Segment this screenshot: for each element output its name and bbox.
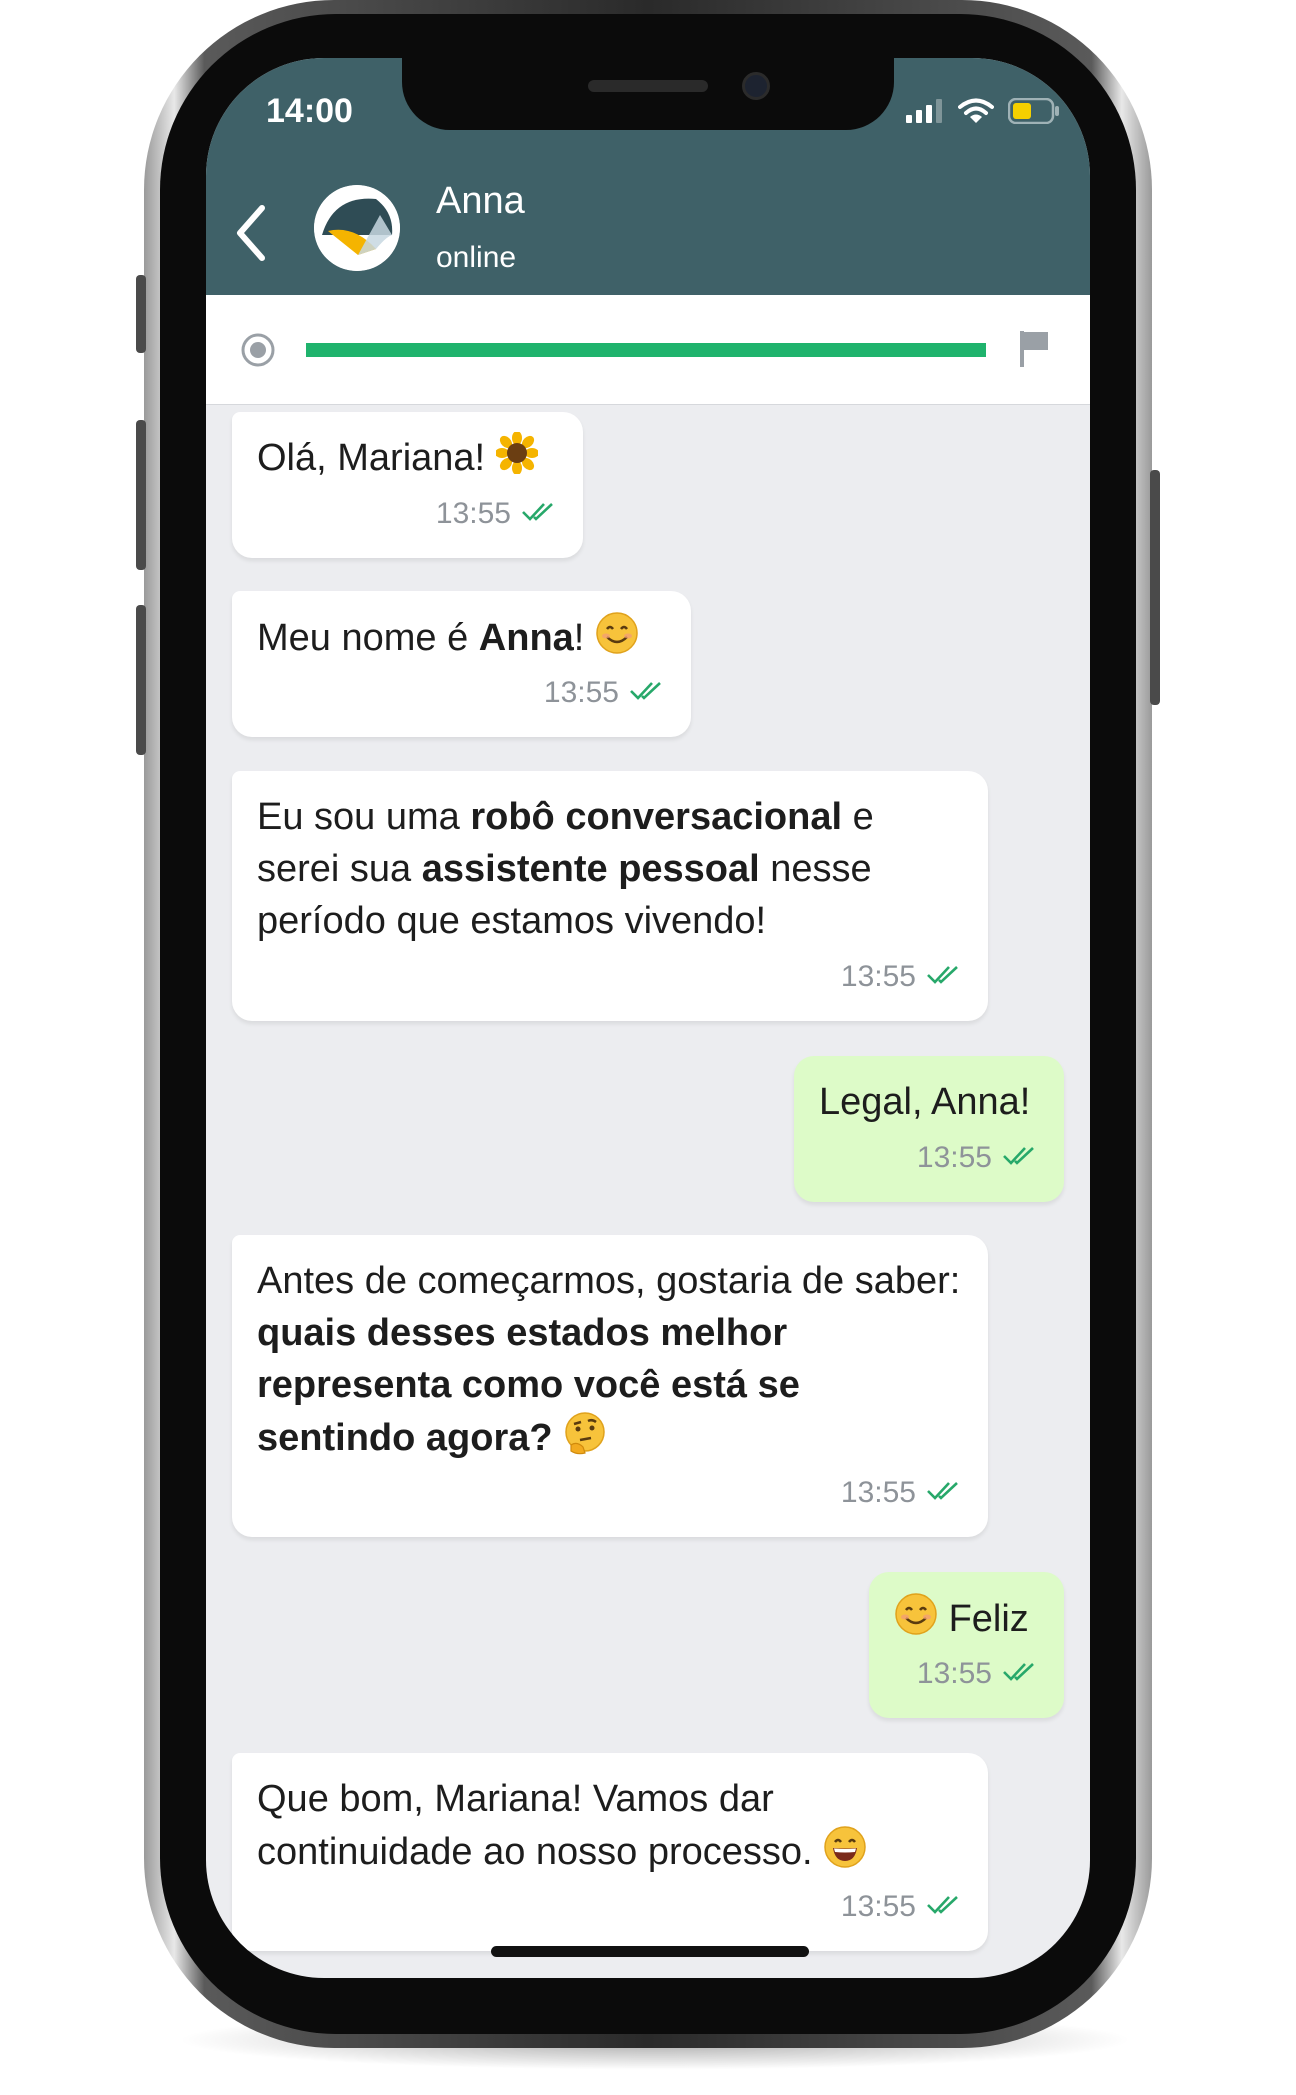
double-check-icon <box>926 1467 964 1519</box>
chat-header: 14:00 Anna online <box>206 58 1090 295</box>
volume-down-button <box>136 605 146 755</box>
grinning-face-emoji <box>823 1825 867 1883</box>
double-check-icon <box>1002 1648 1040 1700</box>
message-text: Meu nome é Anna! <box>232 591 691 669</box>
message-time: 13:55 <box>916 1657 992 1690</box>
power-button <box>1150 470 1160 705</box>
radio-dot-icon <box>240 332 276 373</box>
message-time: 13:55 <box>543 676 619 709</box>
message-time: 13:55 <box>840 960 916 993</box>
message-meta: 13:55 <box>841 1881 964 1933</box>
message-text: Eu sou uma robô conversacional e serei s… <box>257 796 874 942</box>
message-bubble-outgoing[interactable]: Feliz 13:55 <box>869 1572 1064 1718</box>
smiling-face-emoji <box>595 611 639 669</box>
bot-logo-icon <box>314 185 400 271</box>
message-meta: 13:55 <box>841 1467 964 1519</box>
double-check-icon <box>926 951 964 1003</box>
chevron-left-icon <box>226 205 276 272</box>
double-check-icon <box>1002 1132 1040 1184</box>
status-bar-icons <box>906 97 1060 129</box>
message-text: Feliz <box>869 1572 1064 1650</box>
message-time: 13:55 <box>435 497 511 530</box>
message-text: Antes de começarmos, gostaria de saber: … <box>232 1235 988 1469</box>
message-bubble-incoming[interactable]: Antes de começarmos, gostaria de saber: … <box>232 1235 988 1537</box>
back-button[interactable] <box>226 198 276 268</box>
message-time: 13:55 <box>840 1476 916 1509</box>
status-bar-time: 14:00 <box>266 92 353 130</box>
message-meta: 13:55 <box>841 951 964 1003</box>
device-notch <box>402 58 894 130</box>
progress-area <box>206 295 1090 405</box>
message-bubble-outgoing[interactable]: Legal, Anna! 13:55 <box>794 1056 1064 1202</box>
smiling-face-emoji <box>894 1592 938 1650</box>
contact-name: Anna <box>436 180 525 222</box>
message-text: Que bom, Mariana! Vamos dar continuidade… <box>232 1753 988 1883</box>
message-bubble-incoming[interactable]: Meu nome é Anna! 13:55 <box>232 591 691 737</box>
volume-up-button <box>136 420 146 570</box>
thinking-face-emoji <box>563 1411 607 1469</box>
contact-avatar[interactable] <box>314 185 400 271</box>
message-bubble-incoming[interactable]: Olá, Mariana! 13:55 <box>232 412 583 558</box>
double-check-icon <box>521 488 559 540</box>
home-indicator[interactable] <box>491 1946 809 1957</box>
message-time: 13:55 <box>916 1141 992 1174</box>
wifi-icon <box>958 98 994 129</box>
message-meta: 13:55 <box>544 667 667 719</box>
cellular-signal-icon <box>906 99 944 128</box>
silent-switch <box>136 275 146 353</box>
message-text: Legal, Anna! <box>819 1081 1031 1123</box>
progress-bar <box>306 343 986 357</box>
message-bubble-incoming[interactable]: Eu sou uma robô conversacional e serei s… <box>232 771 988 1021</box>
front-camera <box>742 72 770 100</box>
message-bubble-incoming[interactable]: Que bom, Mariana! Vamos dar continuidade… <box>232 1753 988 1951</box>
progress-fill <box>306 343 986 357</box>
message-text: Olá, Mariana! <box>232 412 583 488</box>
double-check-icon <box>926 1881 964 1933</box>
message-meta: 13:55 <box>917 1132 1040 1184</box>
double-check-icon <box>629 667 667 719</box>
phone-screen: 14:00 Anna online Olá, Mariana! 13:55 Me… <box>206 58 1090 1978</box>
message-meta: 13:55 <box>917 1648 1040 1700</box>
battery-icon <box>1007 97 1060 129</box>
speaker-grille <box>588 80 708 92</box>
message-meta: 13:55 <box>436 488 559 540</box>
flag-icon <box>1018 329 1052 374</box>
sunflower-emoji <box>494 431 539 488</box>
message-time: 13:55 <box>840 1890 916 1923</box>
contact-status: online <box>436 241 517 274</box>
